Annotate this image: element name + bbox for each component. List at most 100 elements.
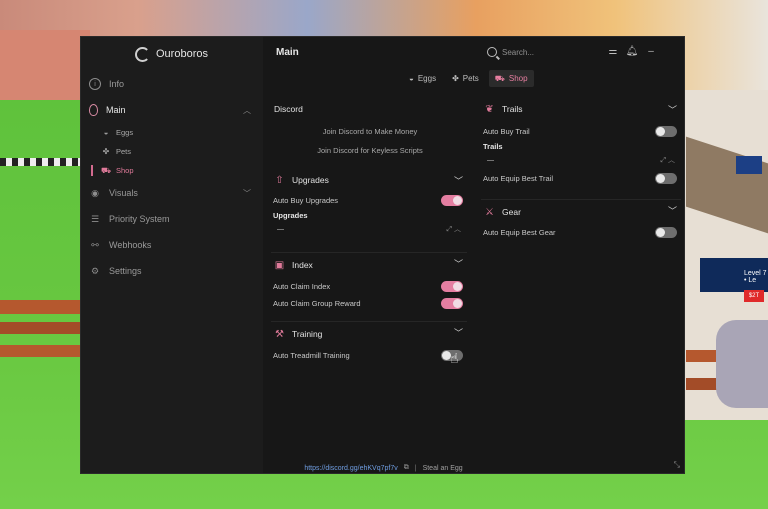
cart-icon: ⛟ [494,73,505,83]
section-header[interactable]: ⚔ Gear [481,202,681,222]
expand-collapse-icon[interactable]: ⤢ ︿ [446,224,461,234]
sidebar-item-label: Priority System [109,214,170,224]
chevron-down-icon[interactable]: ﹀ [668,204,677,217]
tab-label: Pets [462,74,479,83]
sidebar-subitem-label: Eggs [116,128,134,137]
auto-treadmill-row: Auto Treadmill Training [271,347,467,364]
minimize-icon[interactable]: – [645,45,657,57]
sword-icon: ⚔ [485,206,494,218]
sliders-icon[interactable]: ⚌ [607,45,619,57]
upgrades-section: ⇧ Upgrades ﹀ Auto Buy Upgrades Upgrades … [271,170,467,236]
brand: Ouroboros [135,45,208,63]
chevron-down-icon[interactable]: ﹀ [454,257,463,270]
index-section: ▣ Index ﹀ Auto Claim Index Auto Claim Gr… [271,250,467,312]
fence [0,322,82,334]
sidebar-item-settings[interactable]: ⚙ Settings [81,258,263,284]
row-label: Auto Buy Trail [483,127,530,136]
rock [716,320,768,408]
chevron-down-icon[interactable]: ﹀ [243,188,251,199]
upgrades-dropdown-label: Upgrades [273,211,308,220]
bell-icon[interactable]: 🔔︎ [626,45,639,57]
mouse-cursor-icon: ☝ [450,350,459,366]
sidebar-subitem-label: Shop [116,166,134,175]
dumbbell-icon: ⚒ [275,328,284,340]
sidebar-item-priority-system[interactable]: ☰ Priority System [81,206,263,232]
training-section: ⚒ Training ﹀ Auto Treadmill Training [271,319,467,364]
paw-icon: ✤ [102,147,110,156]
sidebar-item-main[interactable]: Main ︿ [81,97,263,123]
eye-icon: ◉ [91,187,99,198]
auto-buy-upgrades-toggle[interactable] [441,195,463,206]
tab-shop[interactable]: ⛟ Shop [488,70,534,87]
footer: https://discord.gg/ehKVq7pf7v ⧉ | Steal … [81,461,684,473]
copy-icon[interactable]: ⧉ [404,464,409,472]
info-icon: i [89,78,101,90]
sidebar-item-label: Visuals [109,188,138,198]
tab-pets[interactable]: ✤ Pets [446,70,485,87]
sidebar-subitem-label: Pets [116,147,132,156]
chevron-up-icon[interactable]: ︿ [243,105,251,116]
auto-buy-upgrades-row: Auto Buy Upgrades [271,192,467,209]
chevron-down-icon[interactable]: ﹀ [454,174,463,187]
auto-equip-trail-toggle[interactable] [655,173,677,184]
expand-collapse-icon[interactable]: ⤢ ︿ [660,155,675,165]
gear-icon: ⚙ [90,265,100,276]
egg-icon [89,104,98,116]
tab-eggs[interactable]: ◒ Eggs [403,70,442,87]
row-label: Auto Claim Group Reward [273,299,361,308]
sidebar-subitem-eggs[interactable]: ◒ Eggs [81,123,263,142]
gear-section: ⚔ Gear ﹀ Auto Equip Best Gear [481,197,681,241]
join-discord-money-button[interactable]: Join Discord to Make Money [271,123,467,140]
search-input[interactable] [502,47,582,57]
row-label: Auto Equip Best Gear [483,228,556,237]
sidebar-item-info[interactable]: i Info [81,71,263,97]
blue-box [736,156,762,174]
dropdown-value: — [277,225,284,233]
webhook-icon: ⚯ [91,239,99,250]
footprints-icon: ❦ [485,103,494,115]
sidebar-subitem-pets[interactable]: ✤ Pets [81,142,263,161]
row-label: Auto Claim Index [273,282,331,291]
resize-handle-icon[interactable]: ⤡ [674,460,680,470]
section-header[interactable]: ❦ Trails [481,99,681,119]
list-icon: ☰ [90,213,100,224]
auto-claim-index-toggle[interactable] [441,281,463,292]
auto-claim-group-toggle[interactable] [441,298,463,309]
trails-dropdown[interactable]: — ⤢ ︿ [481,153,681,167]
footer-separator: | [414,464,417,472]
row-label: Auto Treadmill Training [273,351,350,360]
script-window: Ouroboros i Info Main ︿ ◒ Eggs ✤ Pets ⛟ … [80,36,685,474]
auto-buy-trail-toggle[interactable] [655,126,677,137]
discord-invite-link[interactable]: https://discord.gg/ehKVq7pf7v [304,465,397,472]
egg-icon: ◒ [103,128,109,137]
sidebar-subitem-shop[interactable]: ⛟ Shop [81,161,263,180]
search-box[interactable] [487,44,597,60]
chevron-down-icon[interactable]: ﹀ [668,103,677,116]
trails-section: ❦ Trails ﹀ Auto Buy Trail Trails — ⤢ ︿ A… [481,99,681,187]
chevron-down-icon[interactable]: ﹀ [454,326,463,339]
npc-price-tag: $2T [744,290,764,302]
brand-name: Ouroboros [156,48,208,60]
section-header[interactable]: ⚒ Training [271,324,467,344]
search-icon [487,47,497,57]
tab-label: Eggs [417,74,437,83]
tab-label: Shop [508,74,528,83]
section-header[interactable]: ⇧ Upgrades [271,170,467,190]
paw-icon: ✤ [452,74,459,83]
section-title: Training [292,329,323,339]
join-discord-keyless-button[interactable]: Join Discord for Keyless Scripts [271,142,467,159]
upgrade-arrow-icon: ⇧ [275,174,284,186]
fence [0,300,82,314]
sidebar-item-visuals[interactable]: ◉ Visuals ﹀ [81,180,263,206]
section-header[interactable]: ▣ Index [271,255,467,275]
sidebar-item-webhooks[interactable]: ⚯ Webhooks [81,232,263,258]
sidebar-item-label: Webhooks [109,240,152,250]
auto-equip-gear-toggle[interactable] [655,227,677,238]
ouroboros-logo-icon [135,46,150,62]
row-label: Auto Equip Best Trail [483,174,554,183]
sidebar: Ouroboros i Info Main ︿ ◒ Eggs ✤ Pets ⛟ … [81,37,263,473]
upgrades-dropdown[interactable]: — ⤢ ︿ [271,222,467,236]
npc-label: Level 7 • Le [744,270,767,284]
sidebar-item-label: Main [106,105,126,115]
section-title: Gear [502,207,521,217]
